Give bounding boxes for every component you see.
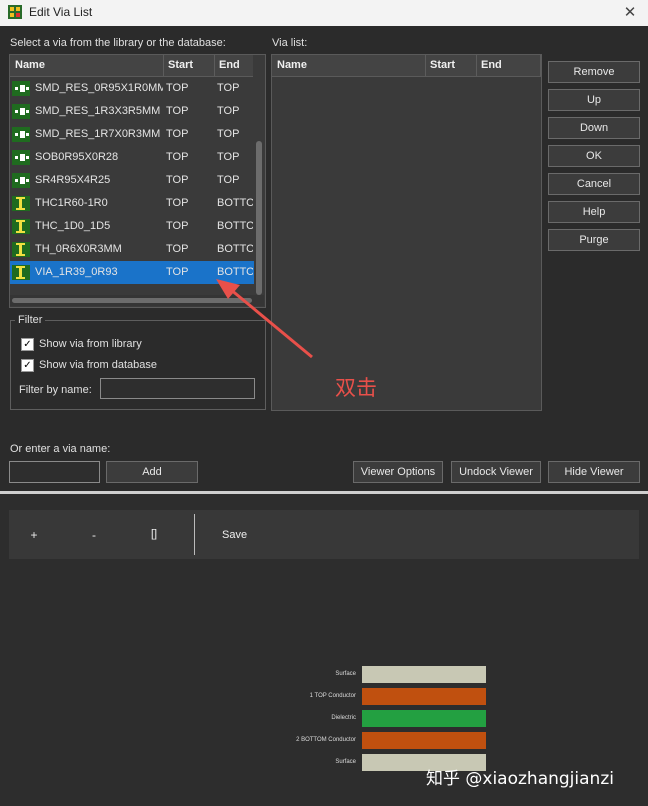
smd-via-icon [12,150,30,165]
library-header: Name Start End [10,55,253,77]
table-row[interactable]: SR4R95X4R25 TOP TOP [10,169,254,192]
via-col-name[interactable]: Name [277,59,307,71]
row-start: TOP [166,220,189,232]
purge-button[interactable]: Purge [548,229,640,251]
watermark: 知乎 @xiaozhangjianzi [426,769,614,789]
row-start: TOP [166,151,189,163]
via-list-label: Via list: [272,37,308,49]
show-database-checkbox[interactable]: ✓ [21,359,34,372]
annotation-arrow [216,279,313,359]
close-icon[interactable]: ✕ [620,3,640,23]
row-end: BOTTO [217,220,253,232]
down-button[interactable]: Down [548,117,640,139]
show-library-checkbox[interactable]: ✓ [21,338,34,351]
cancel-button[interactable]: Cancel [548,173,640,195]
table-row[interactable]: SMD_RES_1R7X0R3MM TOP TOP [10,123,254,146]
stackup-layer [362,688,486,705]
scrollbar-thumb[interactable] [256,141,262,295]
row-end: TOP [217,128,240,140]
save-button[interactable]: Save [222,529,247,541]
stackup-layer-label: Surface [335,671,356,677]
row-end: TOP [217,82,240,94]
title-bar: Edit Via List ✕ [0,0,648,26]
filter-title: Filter [15,314,46,326]
stackup-layer-label: 1 TOP Conductor [309,693,356,699]
row-end: TOP [217,174,240,186]
smd-via-icon [12,127,30,142]
help-button[interactable]: Help [548,201,640,223]
stackup-layer [362,710,486,727]
app-icon [8,5,22,19]
row-start: TOP [166,128,189,140]
row-name: SR4R95X4R25 [35,174,111,186]
row-start: TOP [166,105,189,117]
via-list-header: Name Start End [272,55,541,77]
vertical-scrollbar[interactable] [254,55,264,295]
enter-via-label: Or enter a via name: [10,443,111,455]
stackup-layer-label: Surface [335,759,356,765]
col-name[interactable]: Name [15,59,45,71]
row-name: VIA_1R39_0R93 [35,266,118,278]
add-button[interactable]: Add [106,461,198,483]
window-title: Edit Via List [29,5,93,19]
row-name: SMD_RES_1R3X3R5MM [35,105,161,117]
row-start: TOP [166,82,189,94]
row-start: TOP [166,243,189,255]
hide-viewer-button[interactable]: Hide Viewer [548,461,640,483]
table-row[interactable]: TH_0R6X0R3MM TOP BOTTO [10,238,254,261]
table-row[interactable]: THC1R60-1R0 TOP BOTTO [10,192,254,215]
stackup-layer [362,732,486,749]
via-col-start[interactable]: Start [430,59,455,71]
zoom-in-button[interactable]: + [27,528,41,542]
viewer-options-button[interactable]: Viewer Options [353,461,443,483]
through-via-icon [12,196,30,211]
fit-button[interactable]: [] [146,528,162,540]
row-name: TH_0R6X0R3MM [35,243,122,255]
show-database-label: Show via from database [39,359,158,371]
table-row[interactable]: THC_1D0_1D5 TOP BOTTO [10,215,254,238]
toolbar-divider [194,514,195,555]
row-name: SMD_RES_1R7X0R3MM [35,128,161,140]
through-via-icon [12,242,30,257]
via-col-end[interactable]: End [481,59,502,71]
row-name: SMD_RES_0R95X1R0MM [35,82,163,94]
col-start[interactable]: Start [168,59,193,71]
row-name: THC_1D0_1D5 [35,220,111,232]
up-button[interactable]: Up [548,89,640,111]
library-label: Select a via from the library or the dat… [10,37,226,49]
stackup-layer [362,666,486,683]
library-list[interactable]: Name Start End SMD_RES_0R95X1R0MM TOP TOP S… [9,54,266,308]
show-library-label: Show via from library [39,338,142,350]
col-end[interactable]: End [219,59,240,71]
ok-button[interactable]: OK [548,145,640,167]
row-name: SOB0R95X0R28 [35,151,119,163]
filter-by-name-label: Filter by name: [19,384,92,396]
row-end: TOP [217,105,240,117]
row-name: THC1R60-1R0 [35,197,108,209]
table-row[interactable]: SMD_RES_1R3X3R5MM TOP TOP [10,100,254,123]
zoom-out-button[interactable]: - [87,528,101,542]
smd-via-icon [12,81,30,96]
via-name-input[interactable] [9,461,100,483]
row-start: TOP [166,266,189,278]
through-via-icon [12,219,30,234]
row-end: BOTTO [217,243,253,255]
row-start: TOP [166,174,189,186]
table-row[interactable]: SMD_RES_0R95X1R0MM TOP TOP [10,77,254,100]
undock-viewer-button[interactable]: Undock Viewer [451,461,541,483]
stackup-layer-label: 2 BOTTOM Conductor [296,737,356,743]
row-end: TOP [217,151,240,163]
viewer-toolbar: + - [] Save [9,510,639,559]
table-row[interactable]: SOB0R95X0R28 TOP TOP [10,146,254,169]
filter-name-input[interactable] [100,378,255,399]
smd-via-icon [12,173,30,188]
annotation-text: 双击 [335,376,377,400]
through-via-icon [12,265,30,280]
smd-via-icon [12,104,30,119]
row-end: BOTTO [217,197,253,209]
stackup-layer-label: Dielectric [331,715,356,721]
row-start: TOP [166,197,189,209]
remove-button[interactable]: Remove [548,61,640,83]
library-rows: SMD_RES_0R95X1R0MM TOP TOP SMD_RES_1R3X3R5M… [10,77,254,295]
